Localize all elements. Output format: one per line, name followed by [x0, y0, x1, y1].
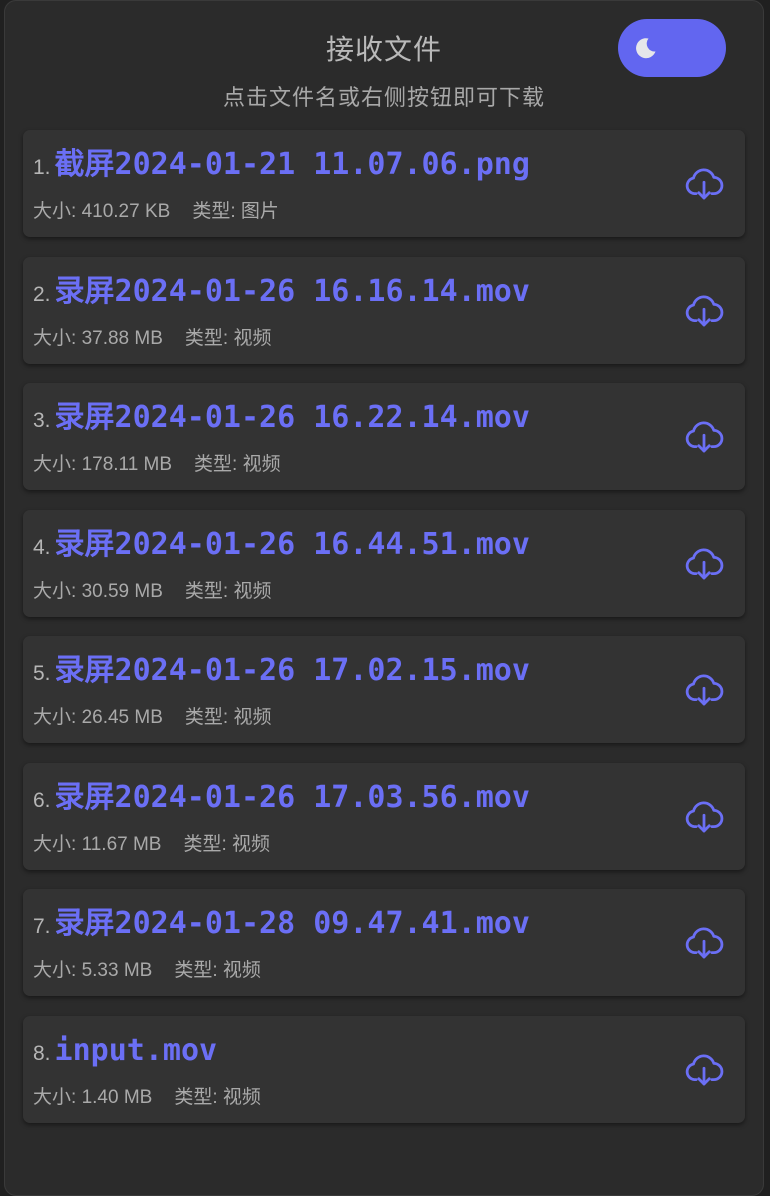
file-size: 1.40 MB	[81, 1086, 153, 1108]
cloud-download-icon[interactable]	[683, 1049, 725, 1091]
page-subtitle: 点击文件名或右侧按钮即可下载	[222, 85, 545, 110]
file-card: 6. 录屏2024-01-26 17.03.56.mov 大小: 11.67 MB…	[23, 762, 745, 870]
file-size: 5.33 MB	[81, 960, 153, 981]
file-name-link[interactable]: 录屏2024-01-26 17.03.56.mov	[55, 780, 530, 815]
file-card: 1. 截屏2024-01-21 11.07.06.png 大小: 410.27 K…	[23, 130, 745, 237]
file-index: 1.	[33, 156, 51, 179]
file-name-link[interactable]: input.mov	[55, 1033, 218, 1068]
file-meta: 大小: 30.59 MB 类型: 视频	[33, 576, 271, 603]
file-name-link[interactable]: 录屏2024-01-26 17.02.15.mov	[55, 653, 530, 688]
file-type: 视频	[222, 960, 261, 981]
size-label: 大小:	[33, 454, 77, 475]
file-card: 8. input.mov 大小: 1.40 MB 类型: 视频	[23, 1015, 745, 1123]
file-type: 视频	[232, 833, 271, 855]
file-card: 5. 录屏2024-01-26 17.02.15.mov 大小: 26.45 MB…	[23, 636, 745, 743]
file-type: 视频	[233, 327, 272, 349]
file-name-link[interactable]: 录屏2024-01-26 16.22.14.mov	[55, 400, 530, 435]
file-meta: 大小: 11.67 MB 类型: 视频	[33, 829, 270, 856]
file-meta: 大小: 26.45 MB 类型: 视频	[33, 702, 271, 729]
receive-files-panel: 接收文件 点击文件名或右侧按钮即可下载 1. 截屏2024-01-21 11.07…	[4, 0, 764, 1196]
theme-toggle[interactable]	[618, 19, 726, 77]
file-name-link[interactable]: 录屏2024-01-28 09.47.41.mov	[55, 906, 530, 941]
file-index: 6.	[33, 788, 51, 812]
cloud-download-icon[interactable]	[683, 163, 725, 205]
file-meta: 大小: 410.27 KB 类型: 图片	[33, 196, 279, 223]
file-type: 视频	[233, 580, 272, 602]
file-index: 2.	[33, 282, 51, 306]
size-label: 大小:	[33, 960, 77, 981]
file-size: 178.11 MB	[81, 454, 173, 475]
file-meta: 大小: 1.40 MB 类型: 视频	[33, 1082, 261, 1109]
size-label: 大小:	[33, 201, 77, 222]
type-label: 类型:	[194, 454, 238, 475]
file-list: 1. 截屏2024-01-21 11.07.06.png 大小: 410.27 K…	[23, 130, 745, 1142]
file-size: 11.67 MB	[81, 833, 162, 855]
file-meta: 大小: 178.11 MB 类型: 视频	[33, 449, 281, 476]
cloud-download-icon[interactable]	[683, 669, 725, 711]
file-index: 5.	[33, 662, 51, 685]
file-size: 26.45 MB	[81, 707, 163, 728]
file-meta: 大小: 37.88 MB 类型: 视频	[33, 323, 271, 350]
moon-icon	[636, 38, 656, 59]
type-label: 类型:	[192, 201, 236, 222]
size-label: 大小:	[33, 833, 77, 855]
file-type: 视频	[242, 454, 281, 475]
file-name-link[interactable]: 截屏2024-01-21 11.07.06.png	[55, 147, 530, 182]
size-label: 大小:	[33, 327, 77, 349]
file-size: 30.59 MB	[81, 580, 163, 602]
file-type: 图片	[240, 201, 279, 222]
cloud-download-icon[interactable]	[683, 290, 725, 332]
size-label: 大小:	[33, 580, 77, 602]
file-index: 8.	[33, 1041, 51, 1065]
cloud-download-icon[interactable]	[683, 416, 725, 458]
file-card: 2. 录屏2024-01-26 16.16.14.mov 大小: 37.88 MB…	[23, 256, 745, 364]
file-size: 37.88 MB	[81, 327, 163, 349]
file-name-link[interactable]: 录屏2024-01-26 16.44.51.mov	[55, 527, 530, 562]
file-name-link[interactable]: 录屏2024-01-26 16.16.14.mov	[55, 274, 530, 309]
file-type: 视频	[233, 707, 272, 728]
type-label: 类型:	[184, 707, 229, 728]
cloud-download-icon[interactable]	[683, 796, 725, 838]
cloud-download-icon[interactable]	[683, 543, 725, 585]
type-label: 类型:	[174, 960, 218, 981]
size-label: 大小:	[33, 707, 77, 728]
file-type: 视频	[222, 1086, 261, 1108]
type-label: 类型:	[183, 833, 227, 855]
type-label: 类型:	[174, 1086, 218, 1108]
type-label: 类型:	[184, 580, 229, 602]
file-size: 410.27 KB	[81, 201, 171, 222]
file-meta: 大小: 5.33 MB 类型: 视频	[33, 955, 261, 982]
size-label: 大小:	[33, 1086, 77, 1108]
type-label: 类型:	[184, 327, 229, 349]
file-card: 4. 录屏2024-01-26 16.44.51.mov 大小: 30.59 MB…	[23, 509, 745, 617]
file-index: 7.	[33, 915, 51, 938]
file-index: 4.	[33, 535, 51, 559]
cloud-download-icon[interactable]	[683, 922, 725, 964]
file-card: 7. 录屏2024-01-28 09.47.41.mov 大小: 5.33 MB 类…	[23, 889, 745, 996]
file-index: 3.	[33, 409, 51, 432]
file-card: 3. 录屏2024-01-26 16.22.14.mov 大小: 178.11 M…	[23, 383, 745, 490]
